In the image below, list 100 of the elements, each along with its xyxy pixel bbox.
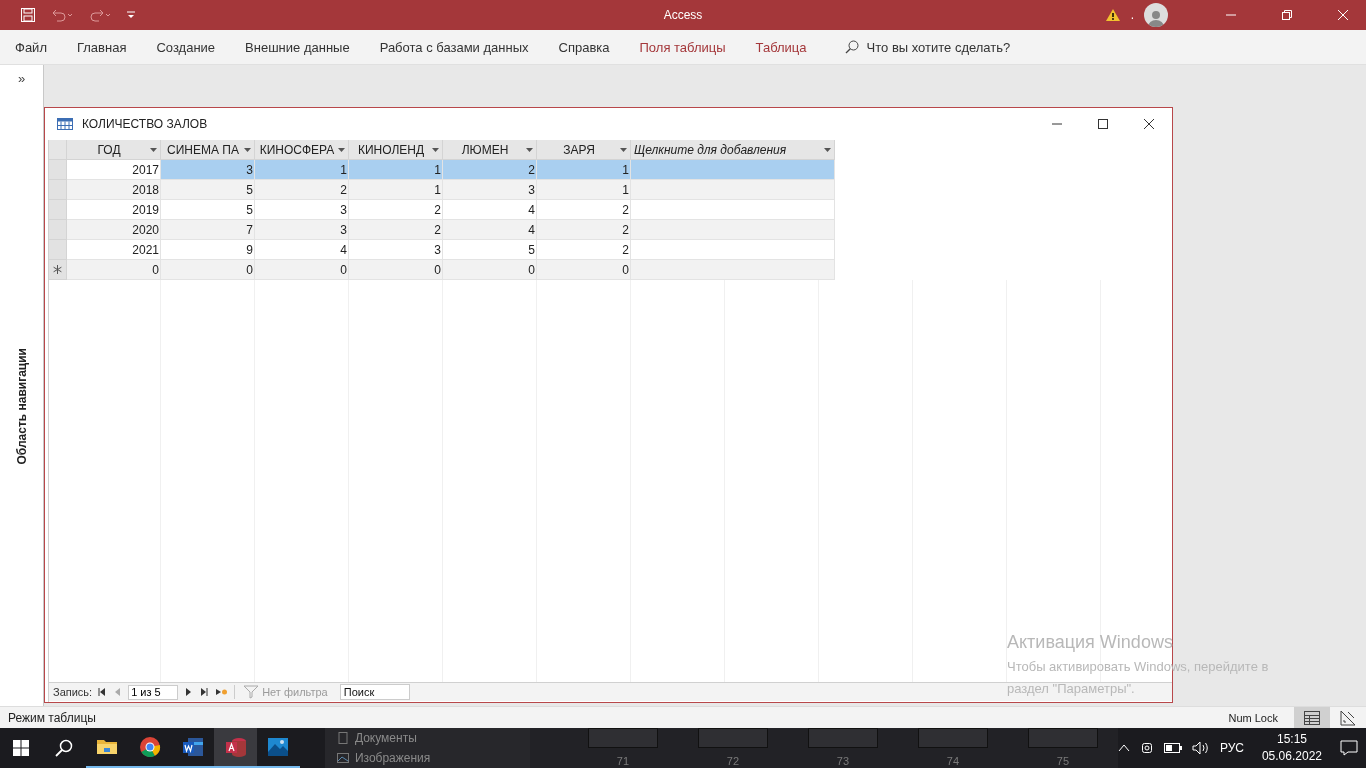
table-cell: 3 [349,240,443,260]
table-cell: 9 [161,240,255,260]
table-cell: 0 [161,260,255,280]
table-cell: 2 [255,180,349,200]
clock-time[interactable]: 15:15 [1276,731,1307,748]
new-record-icon [216,688,229,696]
document-icon [336,732,349,744]
caret-icon [432,147,439,152]
asterisk-icon [53,265,62,274]
tell-me-field[interactable]: Что вы хотите сделать? [866,39,1067,55]
view-mode: Режим таблицы [8,710,97,725]
ribbon-tab[interactable]: Файл [15,39,47,55]
search-icon [55,739,74,757]
thumbnail [1027,728,1098,748]
person-icon [1147,9,1165,27]
row-selector[interactable] [49,260,67,280]
restore-icon [1282,10,1292,20]
column-header[interactable]: ЛЮМЕН [443,140,537,160]
table-cell: 0 [443,260,537,280]
datasheet-view-button[interactable] [1294,706,1330,729]
caret-icon [338,147,345,152]
record-label: Запись: [53,686,93,698]
thumbnail-label: 71 [616,755,630,768]
ribbon-tab[interactable]: Справка [558,39,610,55]
thumbnail [697,728,768,748]
table-cell: 3 [255,220,349,240]
activation-text: раздел "Параметры". [1007,680,1136,698]
next-record-icon [184,688,193,696]
battery-icon [1163,743,1182,753]
column-header[interactable]: КИНОЛЕНД [349,140,443,160]
ribbon-tab[interactable]: Создание [156,39,216,55]
taskbar-app[interactable] [214,728,258,768]
table-cell: 2 [537,200,631,220]
ribbon-tab[interactable]: Главная [76,39,127,55]
num-lock-indicator: Num Lock [1228,711,1278,724]
table-cell: 1 [349,160,443,180]
table-cell: 0 [255,260,349,280]
column-header[interactable]: КИНОСФЕРА [255,140,349,160]
save-icon[interactable] [20,7,36,23]
language-indicator[interactable]: РУС [1219,741,1244,755]
table-cell: 1 [537,160,631,180]
last-record-button[interactable] [198,688,211,696]
caret-icon [244,147,251,152]
windows-icon [13,740,30,756]
table-cell: 0 [349,260,443,280]
table-cell: 2017 [67,160,161,180]
chrome-icon [138,736,161,758]
caret-icon [824,147,831,152]
last-record-icon [200,688,209,696]
clock-date[interactable]: 05.06.2022 [1261,748,1322,765]
table-cell: 1 [255,160,349,180]
thumbnail-label: 74 [946,755,960,768]
table-cell: 2 [537,240,631,260]
folder-name: Изображения [354,751,431,765]
avatar[interactable] [1144,3,1168,27]
undo-icon[interactable] [50,7,74,23]
pane-title: Область навигации [14,347,29,465]
table-cell: 3 [161,160,255,180]
table-cell: 1 [349,180,443,200]
table-cell: 1 [537,180,631,200]
table-cell: 0 [67,260,161,280]
record-number-field[interactable]: 1 из 5 [128,684,179,700]
window-title: Access [662,8,704,22]
table-cell: 7 [161,220,255,240]
photos-icon [267,736,290,758]
customize-icon[interactable] [126,10,136,20]
ribbon-tab[interactable]: Внешние данные [245,39,350,55]
expand-button[interactable]: » [17,71,26,86]
ribbon-tab[interactable]: Таблица [755,39,807,55]
first-record-icon [98,688,107,696]
ribbon-tab[interactable]: Работа с базами данных [379,39,529,55]
search-field[interactable]: Поиск [339,684,410,700]
thumbnail [587,728,658,748]
column-header[interactable]: Щелкните для добавления [631,140,835,160]
thumbnail [917,728,988,748]
chevron-up-icon [1117,744,1130,752]
column-header[interactable]: ГОД [67,140,161,160]
thumbnail [807,728,878,748]
warning-icon[interactable] [1104,8,1121,22]
camera-icon [1139,741,1154,755]
column-header[interactable]: СИНЕМА ПА [161,140,255,160]
table-cell: 5 [161,200,255,220]
table-cell: 2020 [67,220,161,240]
table-cell: 0 [537,260,631,280]
account-name: . [1130,8,1134,22]
caret-icon [150,147,157,152]
close-icon [1144,119,1154,129]
filter-icon [243,685,260,699]
column-header[interactable]: ЗАРЯ [537,140,631,160]
caret-icon [526,147,533,152]
table-cell: 2 [349,200,443,220]
table-title: КОЛИЧЕСТВО ЗАЛОВ [82,117,209,131]
redo-icon[interactable] [88,7,112,23]
caret-icon [620,147,627,152]
table-cell: 2018 [67,180,161,200]
thumbnail-label: 75 [1056,755,1070,768]
notification-icon[interactable] [1340,740,1358,756]
maximize-icon [1098,119,1108,129]
table-cell: 4 [443,220,537,240]
ribbon-tab[interactable]: Поля таблицы [639,39,726,55]
